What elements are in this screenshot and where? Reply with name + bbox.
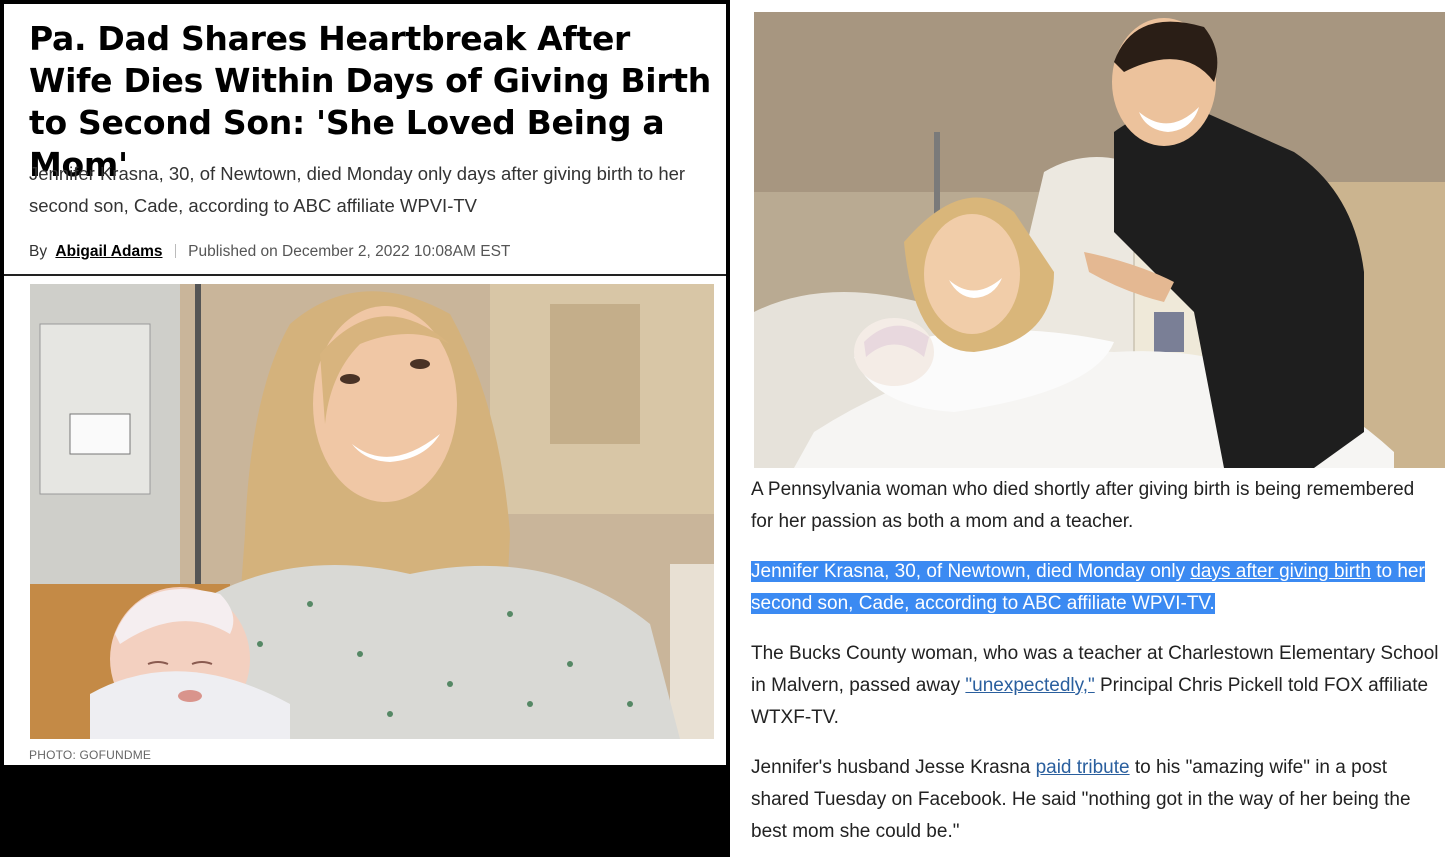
mother-and-newborn-photo <box>30 284 714 739</box>
p4-text-a: Jennifer's husband Jesse Krasna <box>751 757 1036 778</box>
p2-text-a: Jennifer Krasna, 30, of Newtown, died Mo… <box>751 561 1191 582</box>
paragraph-intro: A Pennsylvania woman who died shortly af… <box>751 479 1415 532</box>
author-link[interactable]: Abigail Adams <box>55 243 162 260</box>
paragraph-tribute: Jennifer's husband Jesse Krasna paid tri… <box>751 752 1441 848</box>
family-hospital-photo <box>754 12 1445 468</box>
text-selection-highlight: Jennifer Krasna, 30, of Newtown, died Mo… <box>751 561 1425 614</box>
byline-divider <box>174 244 176 258</box>
paragraph-highlighted: Jennifer Krasna, 30, of Newtown, died Mo… <box>751 556 1441 620</box>
byline: By Abigail Adams Published on December 2… <box>29 243 510 261</box>
paid-tribute-link[interactable]: paid tribute <box>1036 757 1130 778</box>
article-dek: Jennifer Krasna, 30, of Newtown, died Mo… <box>29 163 686 216</box>
unexpectedly-link[interactable]: "unexpectedly," <box>965 675 1094 696</box>
by-label: By <box>29 243 48 260</box>
photo-credit: PHOTO: GOFUNDME <box>29 748 152 762</box>
header-rule <box>4 274 726 276</box>
paragraph-teacher: The Bucks County woman, who was a teache… <box>751 638 1441 734</box>
right-article-panel: A Pennsylvania woman who died shortly af… <box>730 0 1456 857</box>
days-after-birth-link[interactable]: days after giving birth <box>1190 561 1371 582</box>
left-article-panel: Pa. Dad Shares Heartbreak After Wife Die… <box>4 4 726 765</box>
published-date: Published on December 2, 2022 10:08AM ES… <box>188 243 511 260</box>
